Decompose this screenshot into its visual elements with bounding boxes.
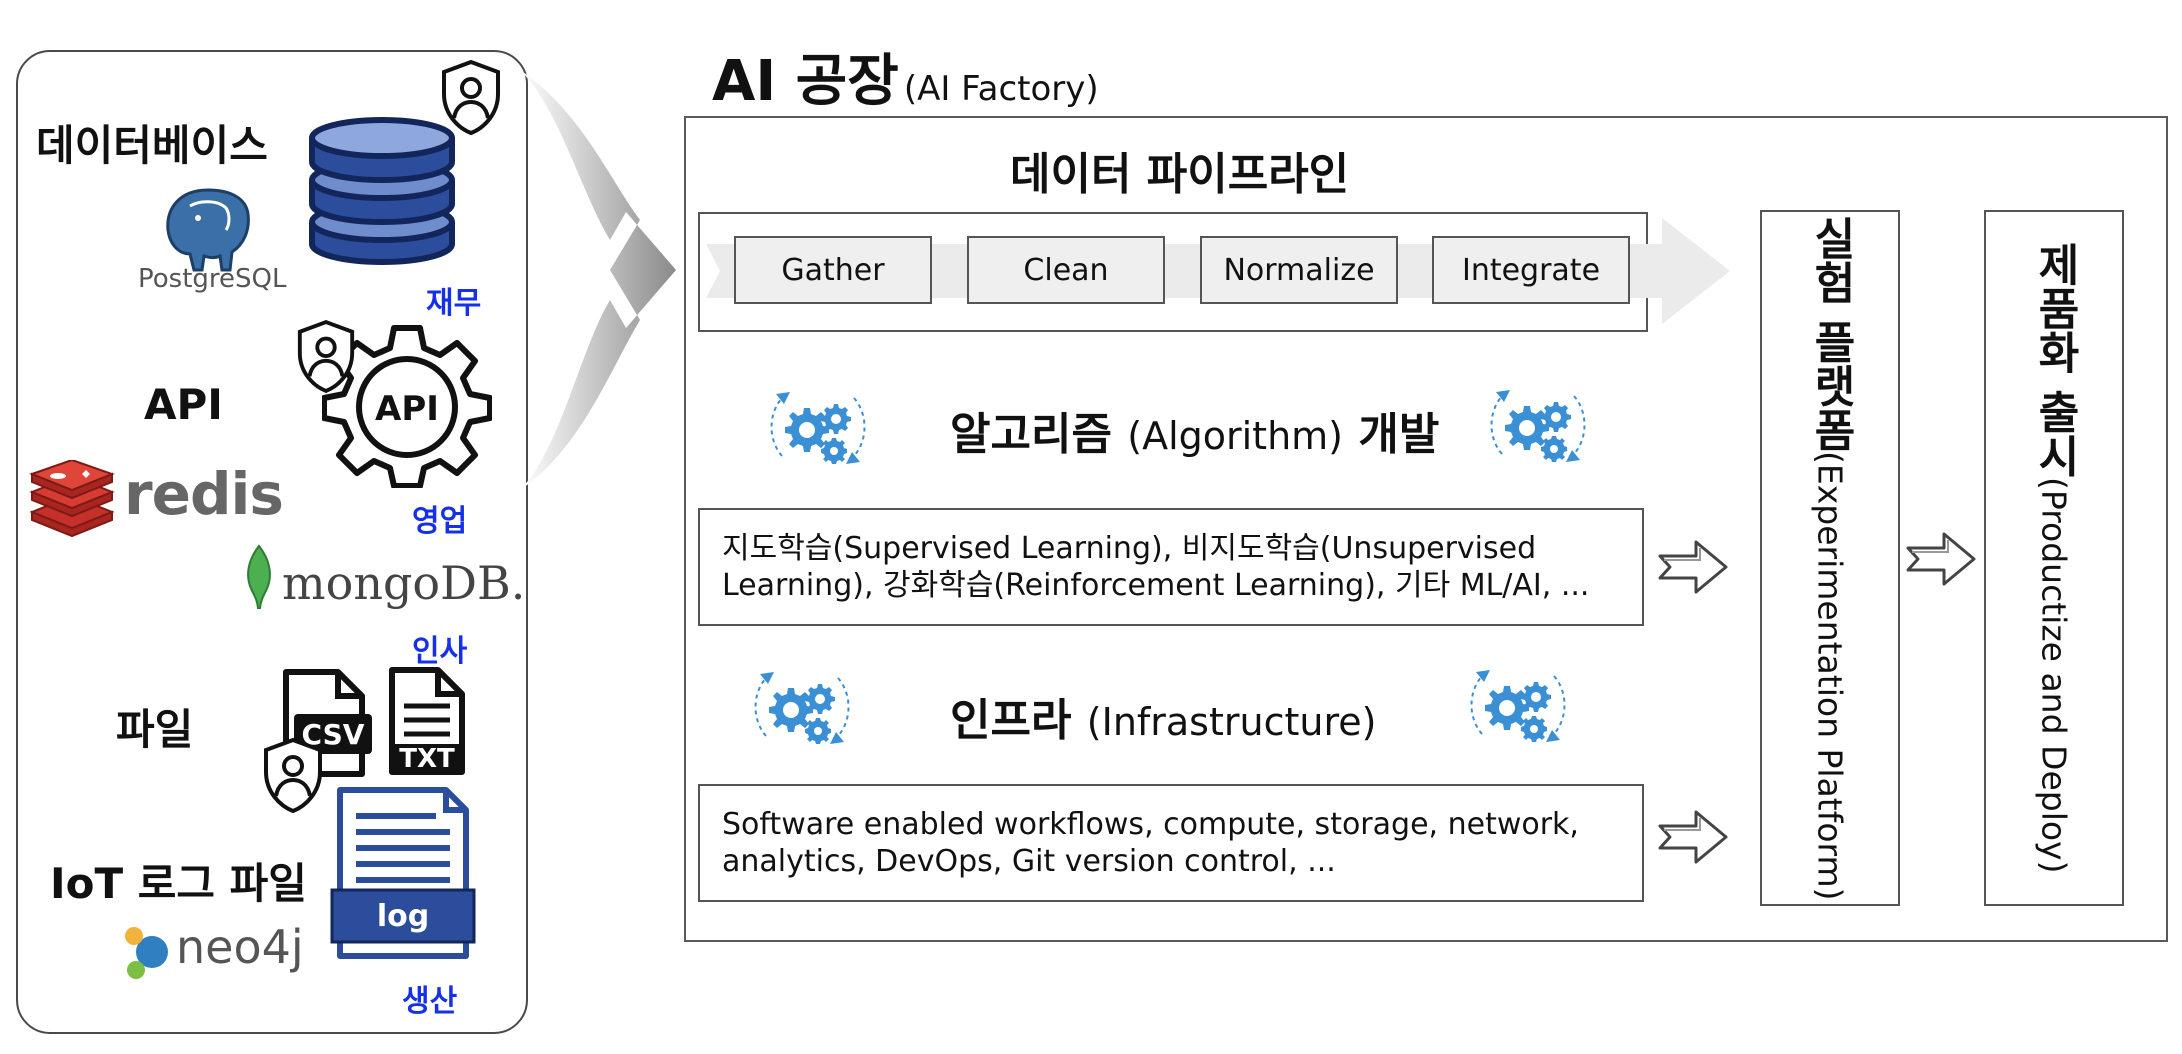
gears-cycle-icon — [1462, 658, 1572, 754]
shield-user-icon — [297, 319, 355, 393]
factory-title-main: AI 공장 — [712, 49, 899, 114]
algorithm-line-1: 지도학습(Supervised Learning), 비지도학습(Unsuper… — [722, 531, 1537, 566]
neo4j-logo-icon — [125, 927, 168, 979]
api-label: API — [144, 380, 223, 429]
infrastructure-title-en: (Infrastructure) — [1086, 700, 1377, 744]
data-flow-arrow — [520, 70, 676, 490]
department-hr: 인사 — [412, 634, 468, 669]
log-file-text: log — [377, 899, 429, 934]
redis-logo-icon — [29, 460, 115, 538]
outline-arrow-icon — [1658, 540, 1728, 594]
gears-cycle-icon — [1482, 378, 1592, 474]
productize-subtitle: (Productize and Deploy) — [2034, 477, 2074, 874]
department-finance: 재무 — [426, 286, 482, 321]
gears-cycle-icon — [762, 380, 872, 476]
database-label: 데이터베이스 — [36, 121, 268, 170]
redis-wordmark: redis — [124, 460, 284, 528]
mongodb-leaf-icon — [247, 544, 271, 609]
algorithm-title-en: (Algorithm) — [1127, 414, 1344, 458]
productize-deploy-box: 제품화 출시 (Productize and Deploy) — [1984, 210, 2124, 906]
mongodb-wordmark: mongoDB. — [282, 556, 526, 610]
txt-file-text: TXT — [399, 744, 455, 774]
file-label: 파일 — [116, 705, 194, 754]
log-file-icon: log — [330, 787, 476, 959]
factory-title-sub: (AI Factory) — [903, 69, 1099, 109]
infrastructure-line-2: analytics, DevOps, Git version control, … — [722, 844, 1336, 879]
factory-title: AI 공장 (AI Factory) — [712, 36, 1099, 117]
infrastructure-title-ko: 인프라 — [950, 695, 1072, 746]
algorithm-title-suffix: 개발 — [1358, 409, 1440, 460]
stage-gather: Gather — [734, 236, 932, 304]
algorithm-description-box: 지도학습(Supervised Learning), 비지도학습(Unsuper… — [698, 508, 1644, 626]
shield-user-icon — [264, 737, 322, 814]
department-production: 생산 — [402, 984, 458, 1019]
stage-integrate: Integrate — [1432, 236, 1630, 304]
postgresql-wordmark: PostgreSQL — [138, 264, 286, 294]
algorithm-title: 알고리즘 (Algorithm) 개발 — [950, 398, 1439, 462]
experimentation-platform-box: 실험 플랫폼 (Experimentation Platform) — [1760, 210, 1900, 906]
algorithm-line-2: Learning), 강화학습(Reinforcement Learning),… — [722, 568, 1590, 603]
iot-log-file-label: IoT 로그 파일 — [50, 859, 307, 908]
algorithm-title-ko: 알고리즘 — [950, 409, 1112, 460]
department-sales: 영업 — [412, 504, 468, 539]
txt-file-icon: TXT — [389, 667, 465, 775]
experimentation-title: 실험 플랫폼 — [1805, 215, 1856, 451]
neo4j-wordmark: neo4j — [176, 920, 304, 974]
stage-clean: Clean — [967, 236, 1165, 304]
infrastructure-title: 인프라 (Infrastructure) — [950, 684, 1376, 748]
postgresql-elephant-icon — [166, 188, 250, 272]
productize-title: 제품화 출시 — [2029, 242, 2080, 478]
postgresql-wordmark-text: PostgreSQL — [138, 264, 287, 294]
outline-arrow-icon — [1658, 810, 1728, 864]
stage-normalize: Normalize — [1200, 236, 1398, 304]
infrastructure-line-1: Software enabled workflows, compute, sto… — [722, 807, 1579, 842]
shield-user-icon — [442, 59, 500, 136]
database-icon — [309, 117, 455, 265]
api-gear-text: API — [375, 389, 439, 429]
outline-arrow-icon — [1906, 532, 1976, 586]
gears-cycle-icon — [746, 660, 856, 756]
pipeline-title: 데이터 파이프라인 — [1010, 149, 1350, 200]
experimentation-subtitle: (Experimentation Platform) — [1810, 450, 1850, 901]
infrastructure-description-box: Software enabled workflows, compute, sto… — [698, 784, 1644, 902]
